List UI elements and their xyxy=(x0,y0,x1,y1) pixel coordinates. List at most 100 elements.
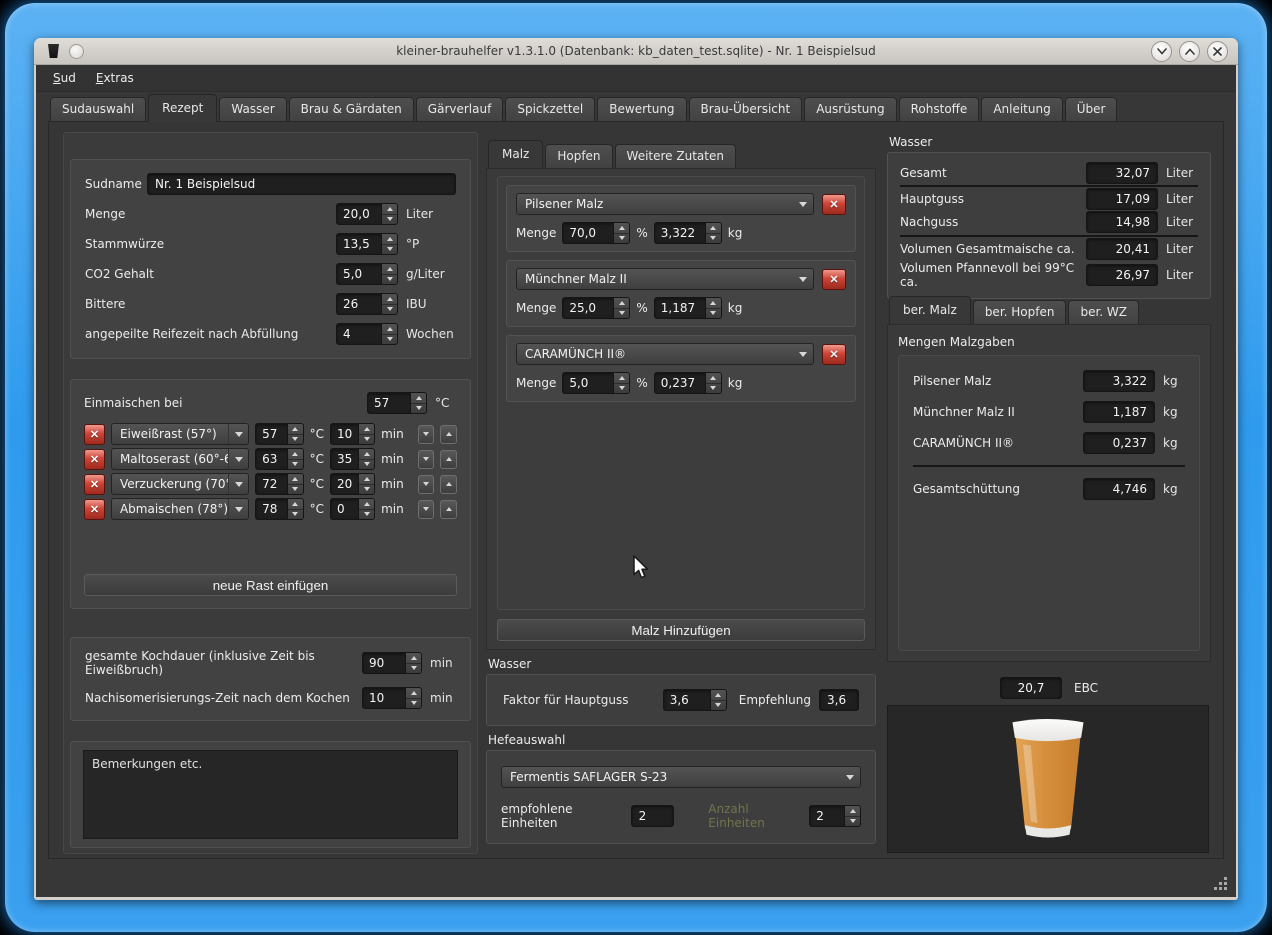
spin-up-button[interactable] xyxy=(406,653,421,663)
move-rast-up-button[interactable] xyxy=(440,450,457,469)
close-button[interactable] xyxy=(1207,41,1228,62)
spin-up-button[interactable] xyxy=(288,424,303,434)
sudname-input[interactable]: Nr. 1 Beispielsud xyxy=(147,173,456,195)
menge-spinbox[interactable]: 20,0 xyxy=(336,203,398,225)
malt-percent-spinbox[interactable]: 5,0 xyxy=(562,372,630,394)
tab-ber-hopfen[interactable]: ber. Hopfen xyxy=(973,300,1067,324)
kochdauer-spinbox[interactable]: 90 xyxy=(362,652,422,674)
rast-type-select[interactable]: Verzuckerung (70°-75°) xyxy=(111,473,249,495)
tab-malz[interactable]: Malz xyxy=(488,140,543,168)
spin-up-button[interactable] xyxy=(382,264,397,274)
delete-malt-button[interactable]: ✕ xyxy=(822,194,846,215)
tab-rohstoffe[interactable]: Rohstoffe xyxy=(899,97,980,121)
move-rast-down-button[interactable] xyxy=(418,425,435,444)
delete-rast-button[interactable]: ✕ xyxy=(84,449,105,470)
spin-down-button[interactable] xyxy=(382,274,397,285)
delete-malt-button[interactable]: ✕ xyxy=(822,344,846,365)
einmaischen-spinbox[interactable]: 57 xyxy=(367,392,427,414)
delete-rast-button[interactable]: ✕ xyxy=(84,474,105,495)
malt-select[interactable]: Pilsener Malz xyxy=(516,193,814,215)
spin-up-button[interactable] xyxy=(711,690,726,700)
spin-down-button[interactable] xyxy=(614,383,629,394)
spin-down-button[interactable] xyxy=(411,403,426,414)
spin-down-button[interactable] xyxy=(288,459,303,470)
malt-percent-spinbox[interactable]: 25,0 xyxy=(562,297,630,319)
move-rast-down-button[interactable] xyxy=(418,500,435,519)
spin-up-button[interactable] xyxy=(359,474,374,484)
rast-temp-spinbox[interactable]: 57 xyxy=(255,423,304,445)
rast-duration-spinbox[interactable]: 0 xyxy=(330,498,375,520)
tab-sudauswahl[interactable]: Sudauswahl xyxy=(50,97,146,121)
spin-down-button[interactable] xyxy=(845,816,860,827)
yeast-count-spinbox[interactable]: 2 xyxy=(809,805,861,827)
rast-duration-spinbox[interactable]: 35 xyxy=(330,448,375,470)
move-rast-up-button[interactable] xyxy=(440,425,457,444)
spin-up-button[interactable] xyxy=(288,474,303,484)
spin-up-button[interactable] xyxy=(706,298,721,308)
spin-up-button[interactable] xyxy=(359,449,374,459)
tab-brau-uebersicht[interactable]: Brau-Übersicht xyxy=(689,97,803,121)
malt-kg-spinbox[interactable]: 1,187 xyxy=(654,297,722,319)
rast-temp-spinbox[interactable]: 63 xyxy=(255,448,304,470)
spin-up-button[interactable] xyxy=(614,298,629,308)
tab-wasser[interactable]: Wasser xyxy=(219,97,286,121)
tab-ueber[interactable]: Über xyxy=(1065,97,1118,121)
maximize-button[interactable] xyxy=(1179,41,1200,62)
move-rast-down-button[interactable] xyxy=(418,450,435,469)
spin-up-button[interactable] xyxy=(614,223,629,233)
spin-up-button[interactable] xyxy=(382,294,397,304)
malt-kg-spinbox[interactable]: 0,237 xyxy=(654,372,722,394)
spin-down-button[interactable] xyxy=(614,308,629,319)
spin-up-button[interactable] xyxy=(288,449,303,459)
notes-textarea[interactable] xyxy=(83,750,458,839)
nachiso-spinbox[interactable]: 10 xyxy=(362,687,422,709)
malt-kg-spinbox[interactable]: 3,322 xyxy=(654,222,722,244)
rast-duration-spinbox[interactable]: 10 xyxy=(330,423,375,445)
yeast-select[interactable]: Fermentis SAFLAGER S-23 xyxy=(501,766,861,788)
tab-gaerverlauf[interactable]: Gärverlauf xyxy=(416,97,504,121)
tab-rezept[interactable]: Rezept xyxy=(148,94,217,122)
rast-duration-spinbox[interactable]: 20 xyxy=(330,473,375,495)
spin-up-button[interactable] xyxy=(614,373,629,383)
spin-up-button[interactable] xyxy=(706,373,721,383)
spin-down-button[interactable] xyxy=(382,334,397,345)
menu-extras[interactable]: Extras xyxy=(96,71,134,85)
spin-down-button[interactable] xyxy=(382,214,397,225)
tab-ber-malz[interactable]: ber. Malz xyxy=(889,296,971,324)
add-rast-button[interactable]: neue Rast einfügen xyxy=(84,574,457,596)
malt-select[interactable]: CARAMÜNCH II® xyxy=(516,343,814,365)
delete-rast-button[interactable]: ✕ xyxy=(84,424,105,445)
spin-up-button[interactable] xyxy=(411,393,426,403)
spin-down-button[interactable] xyxy=(359,434,374,445)
spin-up-button[interactable] xyxy=(359,424,374,434)
spin-down-button[interactable] xyxy=(359,484,374,495)
delete-malt-button[interactable]: ✕ xyxy=(822,269,846,290)
tab-ausruestung[interactable]: Ausrüstung xyxy=(804,97,896,121)
tab-brau-gaerdaten[interactable]: Brau & Gärdaten xyxy=(289,97,414,121)
spin-up-button[interactable] xyxy=(406,688,421,698)
spin-down-button[interactable] xyxy=(706,308,721,319)
resize-grip[interactable] xyxy=(1213,876,1228,891)
add-malt-button[interactable]: Malz Hinzufügen xyxy=(497,619,865,641)
malt-percent-spinbox[interactable]: 70,0 xyxy=(562,222,630,244)
move-rast-down-button[interactable] xyxy=(418,475,435,494)
spin-up-button[interactable] xyxy=(382,234,397,244)
rast-temp-spinbox[interactable]: 78 xyxy=(255,498,304,520)
spin-down-button[interactable] xyxy=(382,244,397,255)
tab-spickzettel[interactable]: Spickzettel xyxy=(505,97,595,121)
spin-down-button[interactable] xyxy=(288,434,303,445)
bittere-spinbox[interactable]: 26 xyxy=(336,293,398,315)
tab-bewertung[interactable]: Bewertung xyxy=(597,97,686,121)
spin-up-button[interactable] xyxy=(359,499,374,509)
delete-rast-button[interactable]: ✕ xyxy=(84,499,105,520)
tab-weitere-zutaten[interactable]: Weitere Zutaten xyxy=(615,144,736,168)
tab-anleitung[interactable]: Anleitung xyxy=(981,97,1062,121)
stammwuerze-spinbox[interactable]: 13,5 xyxy=(336,233,398,255)
rast-type-select[interactable]: Eiweißrast (57°) xyxy=(111,423,249,445)
tab-hopfen[interactable]: Hopfen xyxy=(545,144,612,168)
faktor-spinbox[interactable]: 3,6 xyxy=(663,689,727,711)
rast-temp-spinbox[interactable]: 72 xyxy=(255,473,304,495)
spin-up-button[interactable] xyxy=(288,499,303,509)
spin-up-button[interactable] xyxy=(706,223,721,233)
spin-down-button[interactable] xyxy=(382,304,397,315)
